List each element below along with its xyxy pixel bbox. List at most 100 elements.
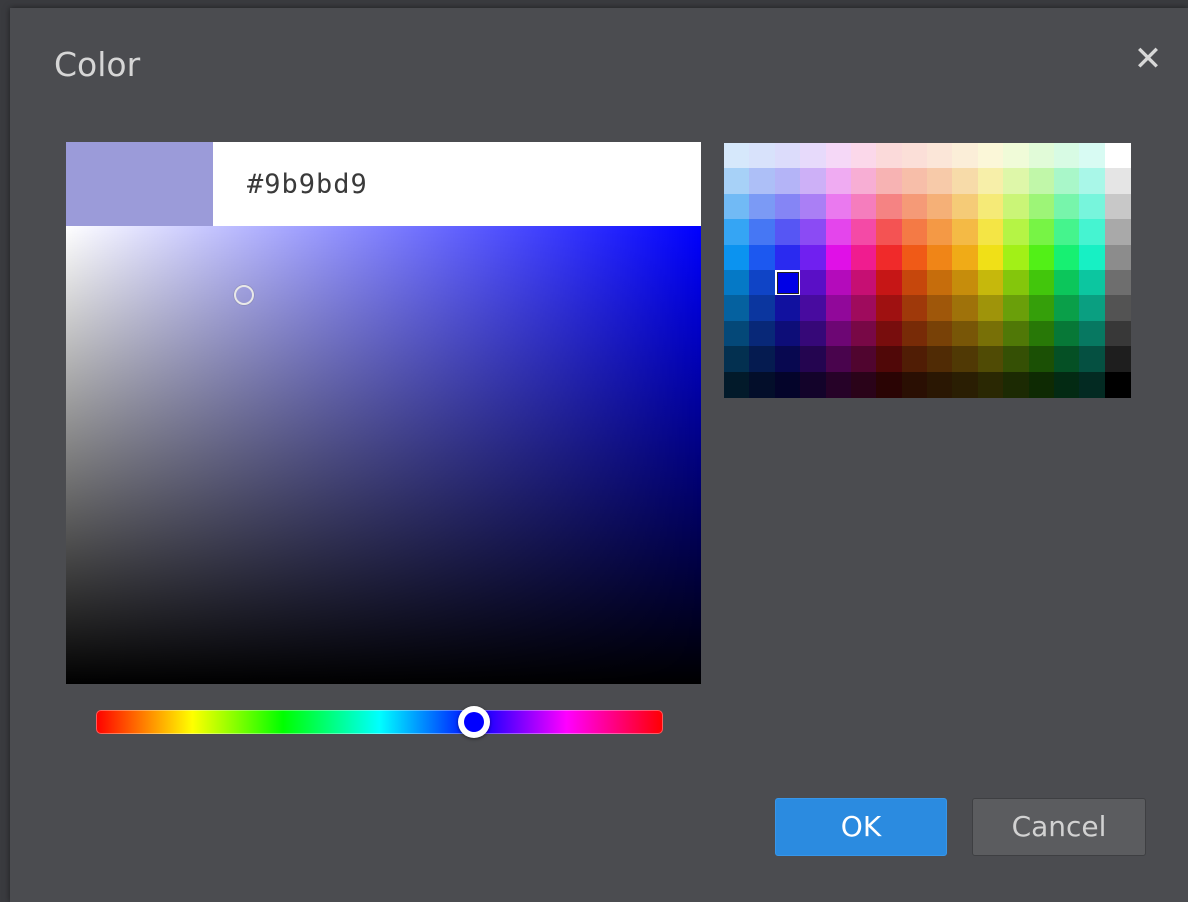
close-icon[interactable]: ✕ [1130,41,1166,77]
color-swatch[interactable] [800,193,827,220]
color-swatch[interactable] [927,346,953,373]
color-swatch[interactable] [724,295,750,322]
color-swatch[interactable] [901,168,928,195]
color-swatch[interactable] [1053,295,1080,322]
color-swatch[interactable] [774,193,801,220]
color-swatch[interactable] [1104,244,1131,271]
color-swatch[interactable] [749,219,776,246]
color-swatch[interactable] [1079,346,1106,373]
color-swatch[interactable] [774,244,801,271]
color-swatch[interactable] [1104,270,1131,296]
color-swatch[interactable] [977,193,1004,220]
saturation-brightness-cursor[interactable] [233,284,254,305]
color-swatch[interactable] [1053,219,1080,246]
color-swatch[interactable] [1104,320,1131,347]
color-swatch[interactable] [901,346,928,373]
color-swatch[interactable] [800,168,827,195]
color-swatch[interactable] [876,244,903,271]
color-swatch[interactable] [927,219,953,246]
color-swatch[interactable] [977,320,1004,347]
color-swatch[interactable] [800,219,827,246]
color-swatch[interactable] [724,193,750,220]
color-swatch[interactable] [901,143,928,169]
color-swatch[interactable] [901,320,928,347]
color-swatch[interactable] [850,270,877,296]
color-swatch[interactable] [774,295,801,322]
color-swatch[interactable] [1079,320,1106,347]
color-swatch[interactable] [952,371,979,398]
color-swatch[interactable] [749,295,776,322]
color-swatch[interactable] [850,219,877,246]
color-swatch[interactable] [901,244,928,271]
color-swatch[interactable] [876,219,903,246]
color-swatch[interactable] [800,346,827,373]
color-swatch[interactable] [749,143,776,169]
color-swatch[interactable] [952,270,979,296]
color-swatch[interactable] [901,295,928,322]
hue-slider[interactable] [96,706,663,738]
color-swatch[interactable] [1028,295,1055,322]
color-swatch[interactable] [1028,270,1055,296]
color-swatch[interactable] [724,143,750,169]
color-swatch[interactable] [774,320,801,347]
color-swatch[interactable] [749,168,776,195]
color-swatch[interactable] [1053,346,1080,373]
color-swatch[interactable] [1053,320,1080,347]
color-swatch[interactable] [1028,320,1055,347]
color-swatch[interactable] [927,320,953,347]
color-swatch[interactable] [825,320,852,347]
color-swatch[interactable] [825,168,852,195]
color-swatch[interactable] [876,371,903,398]
color-swatch[interactable] [1053,143,1080,169]
color-swatch[interactable] [952,244,979,271]
color-swatch[interactable] [825,244,852,271]
color-swatch[interactable] [1003,219,1030,246]
color-swatch[interactable] [927,143,953,169]
color-swatch[interactable] [724,371,750,398]
color-swatch[interactable] [1028,219,1055,246]
color-swatch[interactable] [1028,143,1055,169]
color-swatch[interactable] [1104,371,1131,398]
color-swatch[interactable] [825,371,852,398]
cancel-button[interactable]: Cancel [972,798,1146,856]
color-swatch[interactable] [876,295,903,322]
color-swatch[interactable] [1079,244,1106,271]
color-swatch[interactable] [800,244,827,271]
color-swatch[interactable] [850,244,877,271]
color-swatch[interactable] [825,346,852,373]
color-swatch[interactable] [927,295,953,322]
color-swatch[interactable] [749,244,776,271]
color-swatch[interactable] [825,295,852,322]
color-swatch[interactable] [927,244,953,271]
color-swatch[interactable] [1003,143,1030,169]
color-swatch[interactable] [749,346,776,373]
color-swatch[interactable] [977,371,1004,398]
color-swatch[interactable] [749,320,776,347]
color-swatch[interactable] [876,346,903,373]
color-swatch[interactable] [977,295,1004,322]
color-swatch[interactable] [1079,270,1106,296]
color-swatch[interactable] [952,143,979,169]
hex-input[interactable] [247,166,667,202]
color-swatch[interactable] [800,320,827,347]
color-swatch[interactable] [724,244,750,271]
color-swatch[interactable] [800,270,827,296]
color-swatch[interactable] [977,168,1004,195]
color-swatch[interactable] [952,346,979,373]
color-swatch[interactable] [927,168,953,195]
color-swatch[interactable] [774,371,801,398]
color-swatch[interactable] [952,219,979,246]
color-swatch[interactable] [1079,295,1106,322]
color-swatch[interactable] [749,371,776,398]
color-swatch[interactable] [774,143,801,169]
color-swatch[interactable] [876,320,903,347]
saturation-brightness-picker[interactable] [66,226,701,684]
color-swatch[interactable] [1104,295,1131,322]
color-swatch[interactable] [774,219,801,246]
color-swatch[interactable] [1003,193,1030,220]
color-swatch[interactable] [1028,346,1055,373]
color-swatch[interactable] [1104,193,1131,220]
color-swatch-selected[interactable] [774,270,801,296]
color-swatch[interactable] [1079,168,1106,195]
color-swatch[interactable] [724,346,750,373]
